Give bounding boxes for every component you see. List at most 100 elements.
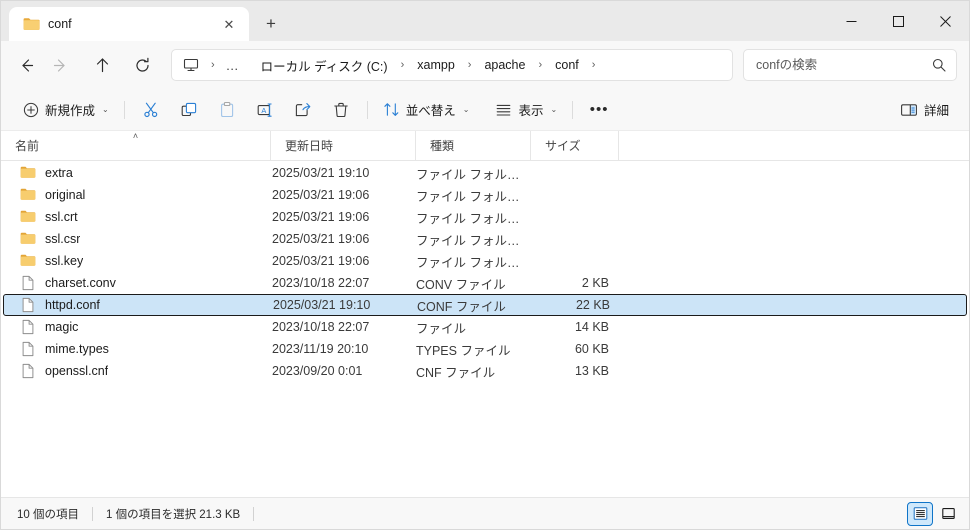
file-name-label: charset.conv <box>45 276 116 290</box>
rename-button[interactable]: A <box>246 95 284 125</box>
divider <box>123 100 125 119</box>
column-header-type[interactable]: 種類 <box>416 131 531 160</box>
refresh-button[interactable] <box>125 48 159 82</box>
file-name-label: openssl.cnf <box>45 364 109 378</box>
file-name-cell: httpd.conf <box>4 297 272 313</box>
table-row[interactable]: httpd.conf 2025/03/21 19:10 CONF ファイル 22 KB <box>3 294 967 316</box>
view-button-label: 表示 <box>518 104 544 118</box>
file-name-cell: extra <box>3 165 271 181</box>
minimize-button[interactable] <box>828 1 875 41</box>
cut-button[interactable] <box>132 95 170 125</box>
breadcrumb-overflow-button[interactable]: … <box>224 58 242 73</box>
file-explorer-window: conf ✕ + › … ローカル ディスク (C:) › xampp › ap… <box>0 0 970 530</box>
scissors-icon <box>144 102 157 117</box>
more-options-button[interactable]: ••• <box>580 95 618 125</box>
tab-title: conf <box>48 17 72 31</box>
file-name-cell: ssl.csr <box>3 231 271 247</box>
file-list[interactable]: extra 2025/03/21 19:10 ファイル フォルダー original 2… <box>1 161 969 497</box>
table-row[interactable]: ssl.csr 2025/03/21 19:06 ファイル フォルダー <box>3 228 967 250</box>
breadcrumb-separator: › <box>400 58 405 71</box>
table-row[interactable]: charset.conv 2023/10/18 22:07 CONV ファイル 2 K… <box>3 272 967 294</box>
file-icon <box>20 319 36 335</box>
file-icon <box>20 341 36 357</box>
this-pc-icon[interactable] <box>180 54 202 76</box>
search-box[interactable] <box>743 49 957 81</box>
file-size-label: 60 KB <box>574 342 609 356</box>
new-tab-button[interactable]: + <box>255 9 287 39</box>
file-size-label: 13 KB <box>574 364 609 378</box>
file-type-label: CONV ファイル <box>416 277 506 292</box>
rename-icon: A <box>257 102 272 117</box>
breadcrumb-item-apache[interactable]: apache <box>480 55 529 75</box>
file-date-label: 2025/03/21 19:10 <box>272 166 370 180</box>
new-button[interactable]: 新規作成 ⌄ <box>15 95 117 125</box>
table-row[interactable]: openssl.cnf 2023/09/20 0:01 CNF ファイル 13 KB <box>3 360 967 382</box>
file-date-label: 2025/03/21 19:06 <box>272 210 370 224</box>
sort-icon <box>384 103 399 116</box>
file-icon <box>20 363 36 379</box>
table-row[interactable]: original 2025/03/21 19:06 ファイル フォルダー <box>3 184 967 206</box>
breadcrumb-item-drive[interactable]: ローカル ディスク (C:) <box>257 53 392 78</box>
folder-icon <box>20 209 36 225</box>
close-tab-icon[interactable]: ✕ <box>217 12 241 36</box>
table-row[interactable]: extra 2025/03/21 19:10 ファイル フォルダー <box>3 162 967 184</box>
copy-icon <box>181 102 196 116</box>
file-type-label: ファイル フォルダー <box>416 189 531 204</box>
column-header-name[interactable]: ˄ 名前 <box>1 131 271 160</box>
breadcrumb-separator: › <box>591 58 596 71</box>
ellipsis-icon: ••• <box>589 101 609 118</box>
delete-button[interactable] <box>322 95 360 125</box>
close-window-button[interactable] <box>922 1 969 41</box>
file-type-label: ファイル フォルダー <box>416 233 531 248</box>
file-name-cell: magic <box>3 319 271 335</box>
breadcrumb-item-conf[interactable]: conf <box>551 55 583 75</box>
file-name-label: magic <box>45 320 79 334</box>
search-input[interactable] <box>756 58 930 72</box>
chevron-down-icon: ⌄ <box>550 105 558 114</box>
file-name-cell: original <box>3 187 271 203</box>
breadcrumb[interactable]: › … ローカル ディスク (C:) › xampp › apache › co… <box>171 49 733 81</box>
large-icons-view-icon <box>941 508 955 519</box>
search-icon[interactable] <box>930 58 948 72</box>
file-name-label: mime.types <box>45 342 109 356</box>
table-row[interactable]: mime.types 2023/11/19 20:10 TYPES ファイル 60 K… <box>3 338 967 360</box>
file-date-label: 2023/10/18 22:07 <box>272 320 370 334</box>
file-name-cell: ssl.crt <box>3 209 271 225</box>
tab-strip: conf ✕ + <box>1 1 287 41</box>
folder-icon <box>23 17 40 31</box>
file-type-label: CONF ファイル <box>417 299 506 314</box>
file-name-label: original <box>45 188 86 202</box>
divider <box>253 506 255 521</box>
details-pane-icon <box>901 103 917 116</box>
file-date-label: 2023/11/19 20:10 <box>272 342 369 356</box>
share-button[interactable] <box>284 95 322 125</box>
file-type-label: CNF ファイル <box>416 365 496 380</box>
file-type-label: ファイル フォルダー <box>416 167 531 182</box>
maximize-button[interactable] <box>875 1 922 41</box>
column-header-date-modified[interactable]: 更新日時 <box>271 131 416 160</box>
selection-info-label: 1 個の項目を選択 21.3 KB <box>106 508 241 521</box>
copy-button[interactable] <box>170 95 208 125</box>
command-bar: 新規作成 ⌄ A 並べ替え ⌄ 表示 ⌄ ••• 詳細 <box>1 89 969 131</box>
view-button[interactable]: 表示 ⌄ <box>487 95 565 125</box>
divider <box>366 100 368 119</box>
breadcrumb-item-xampp[interactable]: xampp <box>413 55 459 75</box>
table-row[interactable]: magic 2023/10/18 22:07 ファイル 14 KB <box>3 316 967 338</box>
status-bar: 10 個の項目 1 個の項目を選択 21.3 KB <box>1 497 969 529</box>
table-row[interactable]: ssl.key 2025/03/21 19:06 ファイル フォルダー <box>3 250 967 272</box>
file-name-cell: ssl.key <box>3 253 271 269</box>
column-header-size[interactable]: サイズ <box>531 131 619 160</box>
details-view-toggle[interactable] <box>907 501 933 526</box>
sort-ascending-caret-icon: ˄ <box>132 131 139 141</box>
sort-button[interactable]: 並べ替え ⌄ <box>375 95 478 125</box>
breadcrumb-separator: › <box>211 58 215 71</box>
table-row[interactable]: ssl.crt 2025/03/21 19:06 ファイル フォルダー <box>3 206 967 228</box>
file-name-cell: openssl.cnf <box>3 363 271 379</box>
trash-icon <box>333 102 348 117</box>
back-button[interactable] <box>9 48 43 82</box>
details-pane-button[interactable]: 詳細 <box>892 95 957 125</box>
divider <box>92 506 93 521</box>
tab-conf[interactable]: conf ✕ <box>9 7 249 41</box>
up-button[interactable] <box>85 48 119 82</box>
large-icons-view-toggle[interactable] <box>935 502 961 526</box>
